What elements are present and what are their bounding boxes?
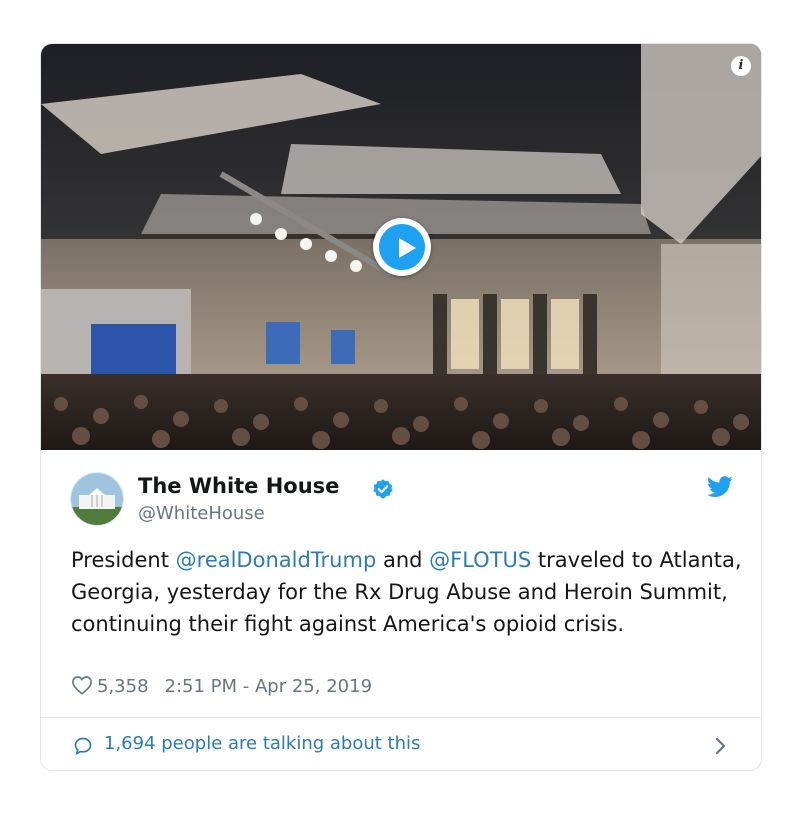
tweet-body: The White House @WhiteHouse President @r…: [41, 450, 761, 720]
play-icon: [379, 224, 425, 270]
heart-icon[interactable]: [71, 675, 93, 695]
white-house-avatar: [71, 473, 123, 525]
author-name[interactable]: The White House: [138, 474, 339, 498]
info-icon[interactable]: i: [731, 56, 751, 76]
like-count[interactable]: 5,358: [97, 676, 149, 697]
conversation-link[interactable]: 1,694 people are talking about this: [41, 718, 761, 770]
tweet-text-segment: President: [71, 548, 176, 572]
comment-icon: [74, 737, 92, 756]
tweet-text-segment: and: [376, 548, 430, 572]
mention-link-realdonaldtrump[interactable]: @realDonaldTrump: [176, 548, 377, 572]
author-handle[interactable]: @WhiteHouse: [138, 503, 265, 524]
tweet-embed-card: i The White House @WhiteHouse President …: [40, 43, 762, 771]
play-button[interactable]: [373, 218, 431, 276]
tweet-timestamp[interactable]: 2:51 PM - Apr 25, 2019: [165, 676, 372, 697]
mention-link-flotus[interactable]: @FLOTUS: [429, 548, 531, 572]
avatar[interactable]: [70, 472, 124, 526]
chevron-right-icon[interactable]: [715, 737, 727, 755]
tweet-text: President @realDonaldTrump and @FLOTUS t…: [71, 544, 743, 640]
tweet-meta: 5,358 2:51 PM - Apr 25, 2019: [71, 675, 372, 697]
verified-badge-icon: [373, 479, 393, 499]
video-thumbnail[interactable]: i: [41, 44, 761, 450]
talking-about-text[interactable]: 1,694 people are talking about this: [104, 733, 420, 754]
twitter-bird-icon[interactable]: [707, 476, 733, 498]
